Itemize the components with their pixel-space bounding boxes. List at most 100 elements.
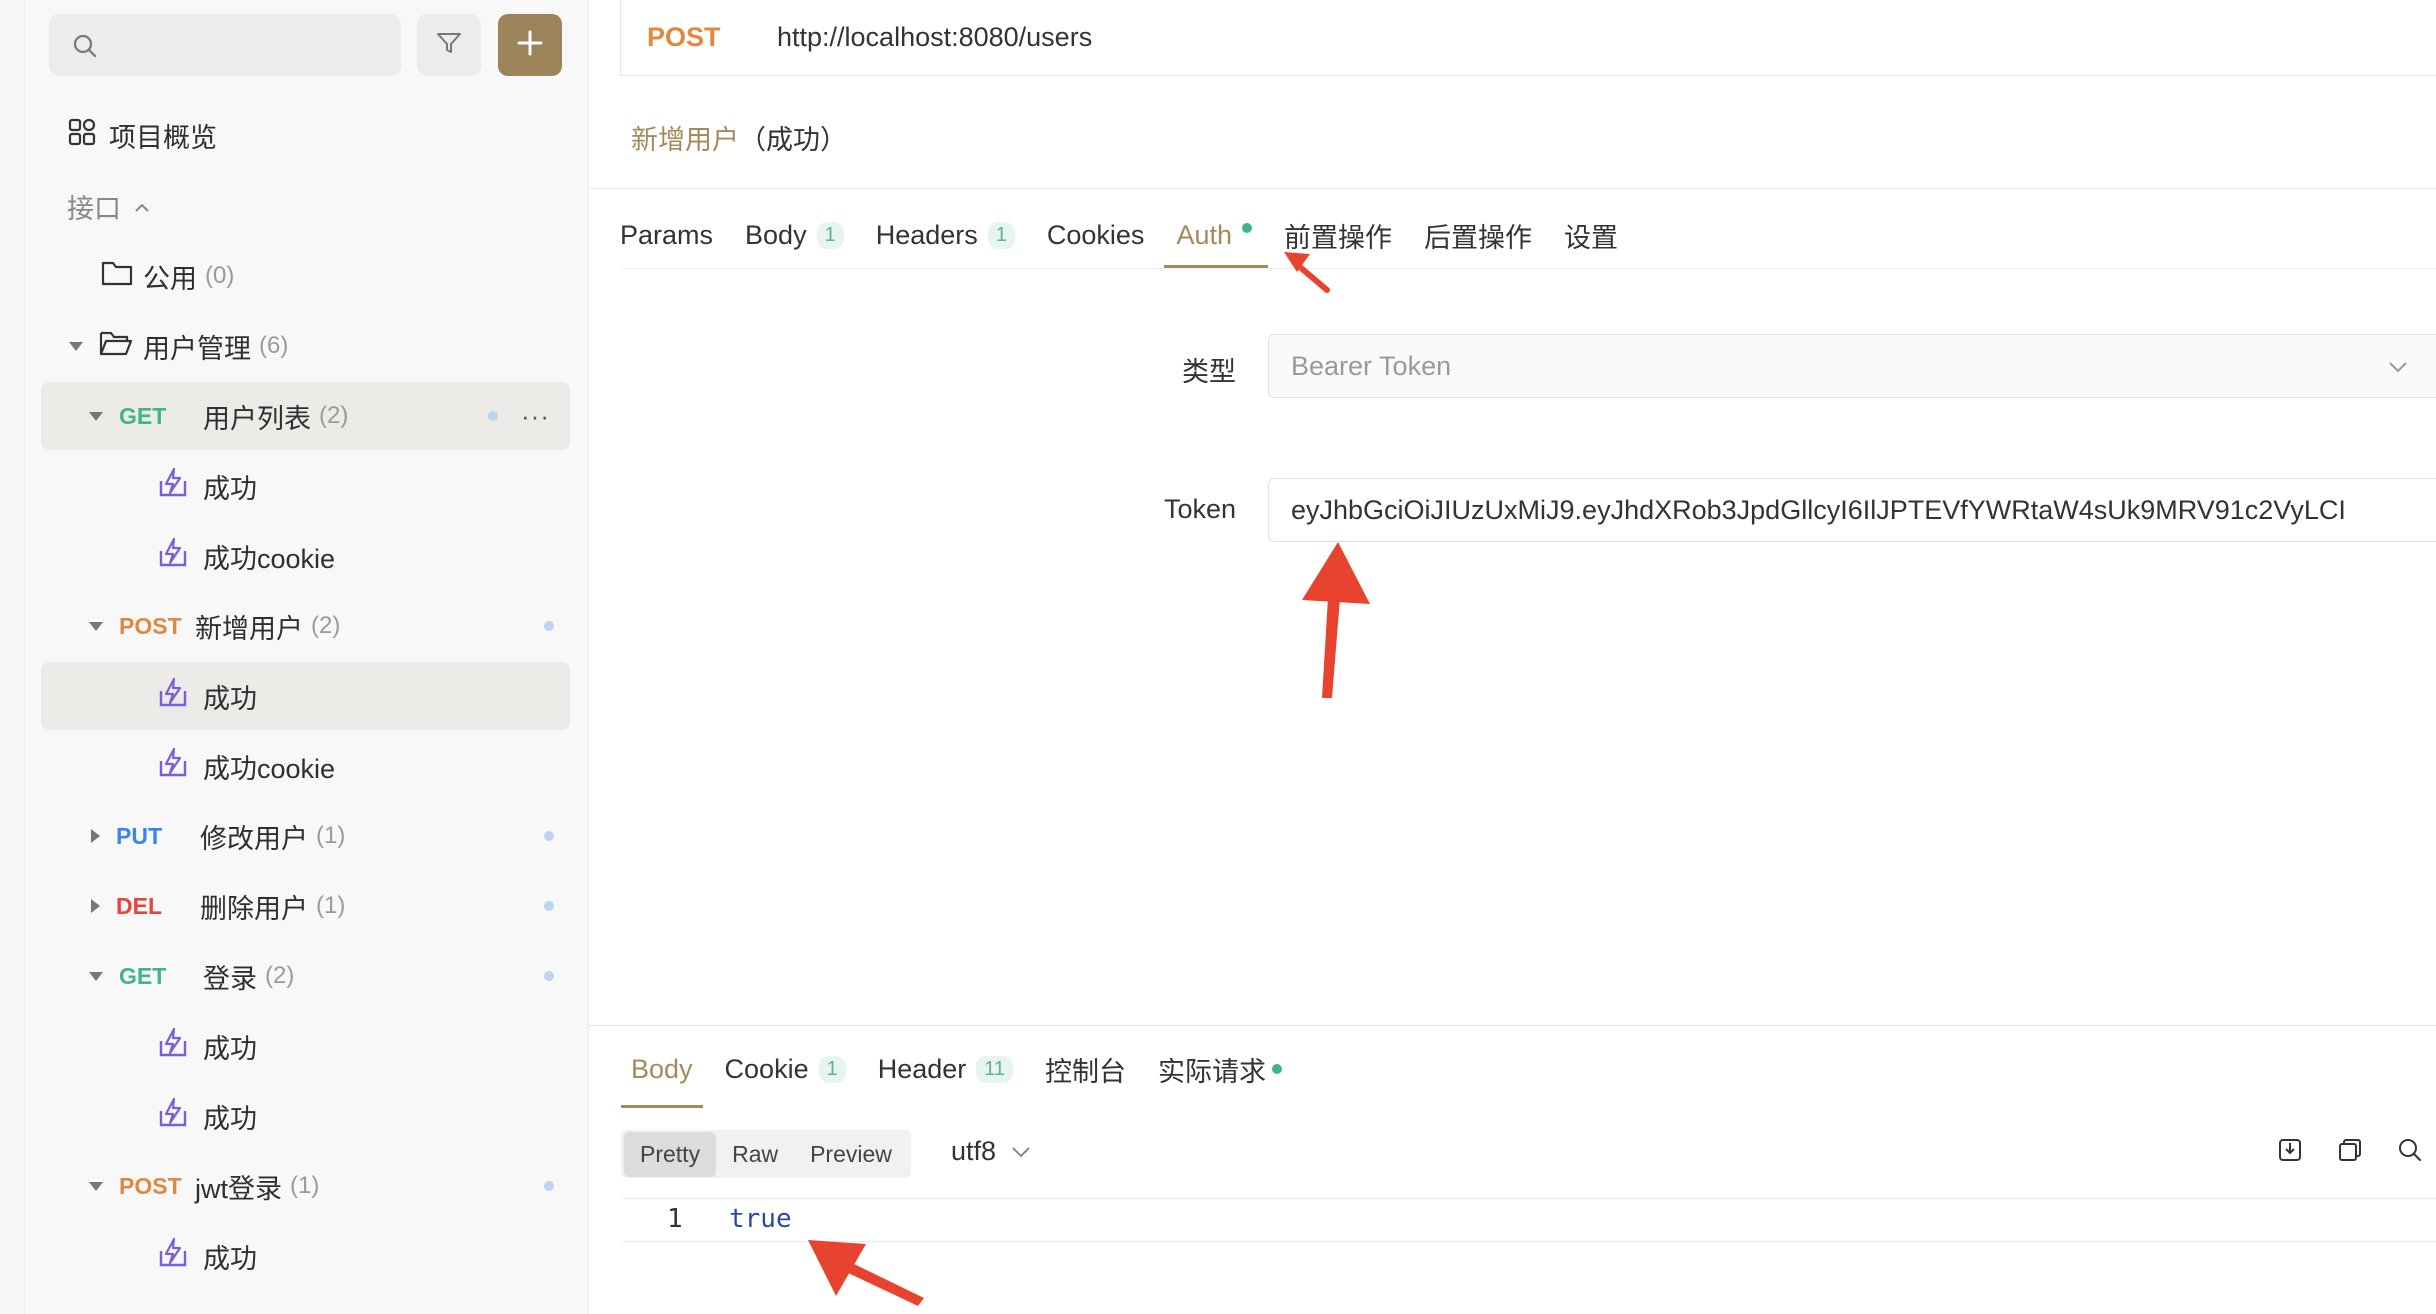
tab-label: 控制台: [1045, 1056, 1127, 1087]
more-icon[interactable]: ···: [521, 401, 550, 432]
case-name: 成功: [203, 1243, 257, 1274]
folder-public[interactable]: 公用 (0): [41, 242, 570, 310]
response-tabs: Body Cookie 1 Header 11 控制台 实际请求: [621, 1034, 1314, 1108]
status-dot: [544, 621, 554, 631]
encoding-select[interactable]: utf8: [951, 1136, 1032, 1167]
api-count: (2): [319, 402, 349, 429]
chevron-down-icon: [1012, 1146, 1030, 1157]
tab-body[interactable]: Body 1: [745, 200, 844, 270]
folder-name: 公用: [143, 263, 197, 294]
response-body-editor[interactable]: 1 true: [621, 1198, 2436, 1314]
case-icon: [157, 1237, 189, 1276]
case-title-suffix: （成功）: [739, 125, 847, 155]
token-input[interactable]: eyJhbGciOiJIUzUxMiJ9.eyJhdXRob3JpdGllcyI…: [1268, 478, 2436, 542]
api-count: (1): [316, 892, 346, 919]
api-item[interactable]: GET 登录 (2): [41, 942, 570, 1010]
api-name: 用户列表: [203, 403, 311, 434]
auth-type-value: Bearer Token: [1291, 350, 1452, 381]
folder-open-icon: [99, 329, 133, 364]
response-body-value: true: [729, 1204, 792, 1234]
view-preview[interactable]: Preview: [794, 1132, 908, 1177]
request-method[interactable]: POST: [647, 22, 777, 53]
line-number: 1: [667, 1204, 683, 1234]
add-button[interactable]: [498, 14, 562, 76]
url-bar[interactable]: POST http://localhost:8080/users: [620, 0, 2436, 76]
response-tab-console[interactable]: 控制台: [1045, 1034, 1126, 1104]
view-raw[interactable]: Raw: [716, 1132, 794, 1177]
api-item[interactable]: PUT 修改用户 (1): [41, 802, 570, 870]
status-dot: [544, 831, 554, 841]
request-url[interactable]: http://localhost:8080/users: [777, 22, 1092, 53]
filter-button[interactable]: [417, 14, 481, 76]
view-pretty[interactable]: Pretty: [624, 1131, 717, 1177]
caret-down-icon: [69, 341, 83, 351]
sidebar: 项目概览 接口 公用 (0) 用户管理 (6) GET 用户列表 (2) ···: [25, 0, 589, 1314]
tab-settings[interactable]: 设置: [1564, 200, 1618, 270]
annotation-arrow: [1302, 542, 1370, 698]
response-tab-cookie[interactable]: Cookie 1: [725, 1034, 846, 1104]
method-badge: POST: [119, 1172, 182, 1199]
response-tab-actual-request[interactable]: 实际请求: [1158, 1034, 1283, 1104]
case-item[interactable]: 成功cookie: [41, 522, 570, 590]
case-title-name[interactable]: 新增用户: [631, 125, 739, 155]
caret-down-icon: [89, 621, 103, 631]
api-item[interactable]: POST jwt登录 (1): [41, 1152, 570, 1220]
caret-down-icon: [89, 411, 103, 421]
encoding-value: utf8: [951, 1136, 997, 1166]
response-toolbar: [2244, 1136, 2424, 1169]
case-name: 成功: [203, 1033, 257, 1064]
tab-badge: 11: [976, 1055, 1014, 1083]
case-item[interactable]: 成功: [41, 1082, 570, 1150]
tab-label: Cookies: [1046, 219, 1145, 250]
sidebar-item-overview[interactable]: 项目概览: [41, 101, 570, 169]
case-item[interactable]: 成功: [41, 1012, 570, 1080]
left-rail: [0, 0, 25, 1314]
view-mode-toggle: Pretty Raw Preview: [621, 1130, 911, 1178]
search-icon: [71, 32, 99, 65]
case-item[interactable]: 成功: [41, 1222, 570, 1290]
case-icon: [157, 677, 189, 716]
tab-post-actions[interactable]: 后置操作: [1424, 200, 1532, 270]
overview-label: 项目概览: [109, 122, 217, 153]
copy-icon[interactable]: [2336, 1136, 2364, 1169]
chevron-up-icon: [133, 191, 151, 222]
active-dot: [1241, 223, 1252, 233]
api-item[interactable]: GET 用户列表 (2) ···: [41, 382, 570, 450]
tab-params[interactable]: Params: [620, 200, 713, 270]
tab-label: 后置操作: [1423, 222, 1532, 253]
tab-label: Headers: [875, 219, 978, 250]
divider: [589, 188, 2436, 189]
tab-pre-actions[interactable]: 前置操作: [1284, 200, 1392, 270]
case-name: 成功cookie: [203, 543, 336, 574]
tab-auth[interactable]: Auth: [1164, 200, 1268, 270]
grid-icon: [67, 117, 97, 154]
tab-headers[interactable]: Headers 1: [876, 200, 1015, 270]
case-item[interactable]: 成功: [41, 452, 570, 520]
response-tab-body[interactable]: Body: [621, 1034, 703, 1108]
token-label: Token: [1163, 494, 1236, 524]
caret-down-icon: [89, 971, 103, 981]
case-name: 成功cookie: [203, 753, 336, 784]
download-icon[interactable]: [2276, 1136, 2304, 1169]
search-input[interactable]: [49, 14, 401, 76]
current-line-highlight: [621, 1198, 2436, 1242]
status-dot: [544, 901, 554, 911]
search-icon[interactable]: [2396, 1136, 2424, 1169]
tab-cookies[interactable]: Cookies: [1047, 200, 1145, 270]
section-header[interactable]: 接口: [41, 172, 570, 240]
api-item[interactable]: POST 新增用户 (2): [41, 592, 570, 660]
auth-type-select[interactable]: Bearer Token: [1268, 334, 2436, 398]
case-icon: [157, 747, 189, 786]
tab-badge: 1: [816, 221, 844, 249]
method-badge: DEL: [116, 892, 162, 919]
response-tab-header[interactable]: Header 11: [878, 1034, 1014, 1104]
tab-label: Auth: [1176, 219, 1232, 250]
api-item[interactable]: DEL 删除用户 (1): [41, 872, 570, 940]
case-item[interactable]: 成功cookie: [41, 732, 570, 800]
folder-count: (6): [259, 332, 289, 359]
folder-icon: [101, 259, 133, 294]
plus-icon: [515, 28, 545, 63]
folder-users[interactable]: 用户管理 (6): [41, 312, 570, 380]
api-count: (2): [265, 962, 295, 989]
case-item[interactable]: 成功: [41, 662, 570, 730]
